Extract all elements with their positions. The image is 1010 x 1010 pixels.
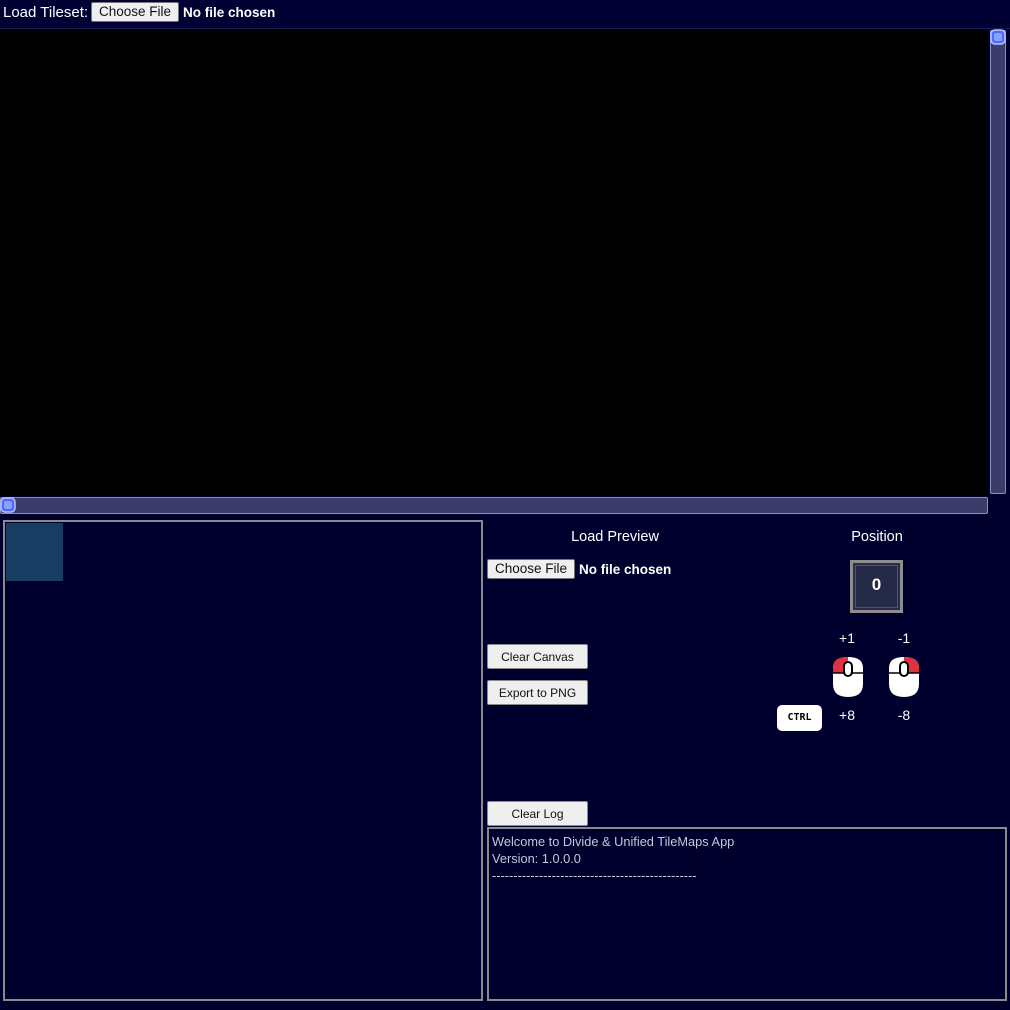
- position-title: Position: [851, 529, 903, 545]
- left-click-increment-label: +1: [839, 630, 855, 646]
- right-click-decrement-label: -1: [897, 630, 911, 646]
- preview-file-status: No file chosen: [579, 562, 672, 577]
- load-tileset-label: Load Tileset:: [3, 4, 89, 21]
- vertical-scroll-thumb[interactable]: [990, 29, 1006, 45]
- export-png-button[interactable]: Export to PNG: [487, 680, 588, 705]
- ctrl-key-icon: CTRL: [777, 705, 822, 731]
- horizontal-scroll-thumb[interactable]: [0, 497, 16, 513]
- preview-choose-file-button[interactable]: Choose File: [487, 559, 576, 579]
- tileset-choose-file-button[interactable]: Choose File: [91, 2, 180, 22]
- clear-log-button[interactable]: Clear Log: [487, 801, 588, 826]
- mouse-left-click-icon: [833, 657, 863, 697]
- log-line: Version: 1.0.0.0: [492, 851, 581, 866]
- tileset-canvas[interactable]: [0, 29, 988, 496]
- clear-canvas-button[interactable]: Clear Canvas: [487, 644, 588, 669]
- position-value: 0: [871, 575, 882, 594]
- log-line: Welcome to Divide & Unified TileMaps App: [492, 834, 735, 849]
- ctrl-left-click-increment-label: +8: [839, 707, 855, 723]
- log-output[interactable]: Welcome to Divide & Unified TileMaps App…: [487, 827, 1007, 1001]
- tileset-file-status: No file chosen: [183, 5, 276, 20]
- log-line: ----------------------------------------…: [492, 868, 697, 883]
- mouse-right-click-icon: [889, 657, 919, 697]
- selected-tile-highlight: [6, 523, 63, 581]
- ctrl-right-click-decrement-label: -8: [897, 707, 911, 723]
- tileset-horizontal-scrollbar[interactable]: [0, 497, 988, 514]
- map-canvas[interactable]: [3, 520, 483, 1001]
- tileset-vertical-scrollbar[interactable]: [990, 30, 1006, 494]
- load-preview-title: Load Preview: [571, 529, 659, 545]
